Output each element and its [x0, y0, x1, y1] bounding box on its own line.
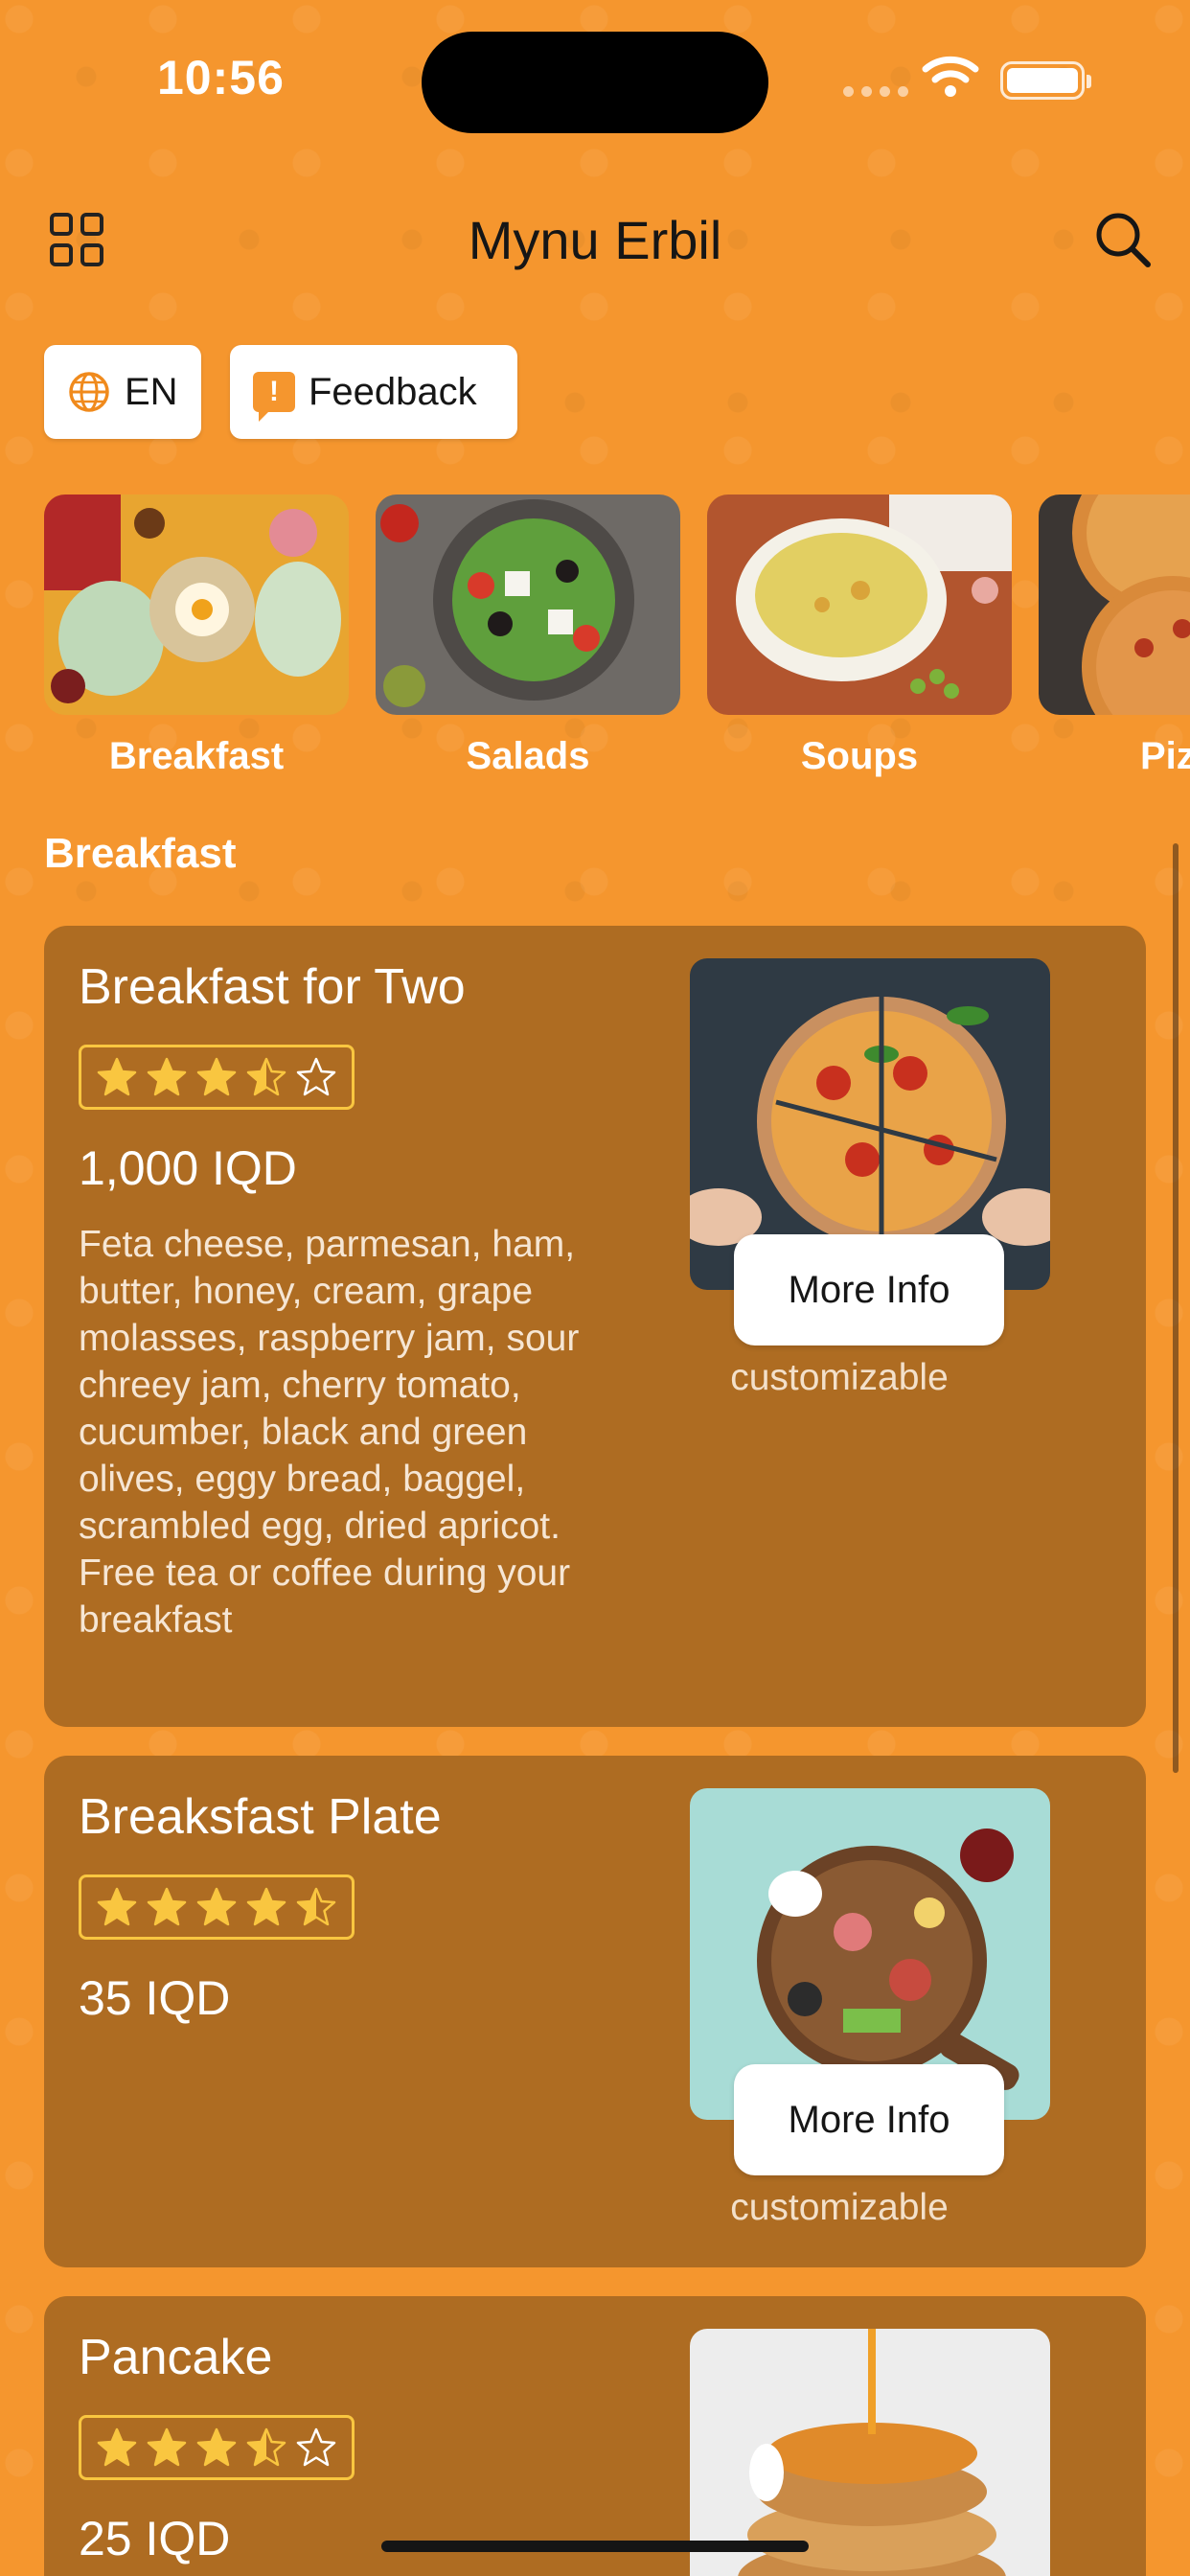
item-image	[690, 2329, 1050, 2576]
item-price: 25 IQD	[79, 2512, 231, 2565]
item-description: Feta cheese, parmesan, ham, butter, hone…	[79, 1224, 580, 1641]
feedback-button[interactable]: ! Feedback	[230, 345, 517, 439]
home-indicator[interactable]	[381, 2541, 809, 2552]
item-title: Breaksfast Plate	[79, 1789, 442, 1845]
star-full-icon	[196, 1887, 237, 1926]
category-label: Salads	[466, 735, 590, 777]
rating-stars	[79, 2415, 355, 2480]
app-title: Mynu Erbil	[468, 210, 722, 270]
star-empty-icon	[296, 1057, 336, 1096]
star-full-icon	[147, 1057, 187, 1096]
category-salads-image	[376, 494, 680, 715]
category-soups[interactable]: Soups	[707, 494, 1012, 778]
category-pizza-image	[1039, 494, 1190, 758]
feedback-label: Feedback	[309, 370, 477, 413]
menu-item-card[interactable]: Pancake 25 IQD	[44, 2296, 1146, 2576]
wifi-icon	[922, 56, 979, 97]
star-full-icon	[147, 1887, 187, 1926]
section-title: Breakfast	[44, 830, 237, 877]
category-salads[interactable]: Salads	[376, 494, 680, 778]
status-time: 10:56	[157, 51, 285, 104]
star-empty-icon	[296, 2427, 336, 2467]
category-breakfast[interactable]: Breakfast	[44, 494, 349, 778]
menu-item-card[interactable]: Breaksfast Plate 35 IQD More Info custom…	[44, 1756, 1146, 2267]
language-button[interactable]: EN	[44, 345, 201, 439]
item-price: 1,000 IQD	[79, 1141, 297, 1195]
category-label: Soups	[800, 735, 919, 777]
star-full-icon	[196, 2427, 237, 2467]
more-info-button[interactable]: More Info	[734, 2064, 1004, 2175]
category-carousel[interactable]: Breakfast Salads Soups Piz	[44, 494, 1190, 782]
scrollbar[interactable]	[1173, 843, 1179, 1773]
category-soups-image	[707, 494, 1012, 715]
search-icon[interactable]	[1092, 209, 1154, 270]
star-full-icon	[147, 2427, 187, 2467]
rating-stars	[79, 1874, 355, 1940]
cellular-signal-icon	[843, 86, 908, 97]
category-breakfast-image	[44, 494, 349, 715]
item-title: Breakfast for Two	[79, 959, 466, 1015]
globe-icon	[69, 372, 109, 412]
star-full-icon	[196, 1057, 237, 1096]
category-label: Breakfast	[108, 735, 285, 777]
star-full-icon	[246, 1887, 286, 1926]
category-label: Piz	[1140, 735, 1190, 777]
item-title: Pancake	[79, 2330, 273, 2385]
item-price: 35 IQD	[79, 1971, 231, 2025]
star-full-icon	[97, 2427, 137, 2467]
feedback-icon: !	[253, 372, 295, 422]
language-label: EN	[125, 370, 178, 413]
more-info-button[interactable]: More Info	[734, 1234, 1004, 1346]
category-pizza[interactable]: Piz	[1039, 494, 1190, 778]
star-half-icon	[296, 1887, 336, 1926]
star-half-icon	[246, 2427, 286, 2467]
star-half-icon	[246, 1057, 286, 1096]
customizable-label: customizable	[730, 1357, 949, 1398]
star-full-icon	[97, 1887, 137, 1926]
dynamic-island	[422, 32, 768, 133]
menu-item-card[interactable]: Breakfast for Two 1,000 IQD Feta cheese,…	[44, 926, 1146, 1727]
battery-icon	[1000, 61, 1091, 100]
rating-stars	[79, 1045, 355, 1110]
star-full-icon	[97, 1057, 137, 1096]
customizable-label: customizable	[730, 2187, 949, 2228]
